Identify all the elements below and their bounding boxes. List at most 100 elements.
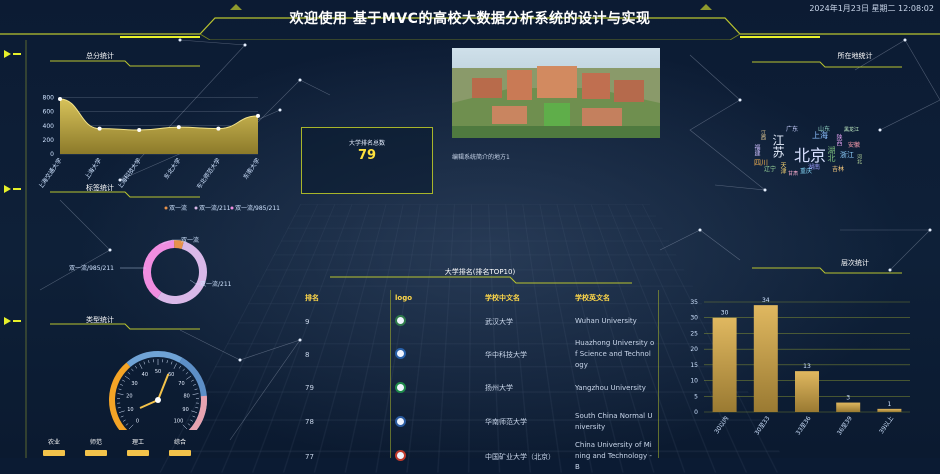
gauge-tick (148, 360, 149, 363)
rank-table-wrapper: 排名 logo 学校中文名 学校英文名 9武汉大学Wuhan Universit… (305, 291, 655, 474)
logo-cell (395, 439, 485, 474)
gauge-tick (126, 424, 128, 426)
wordcloud-word[interactable]: 广东 (786, 124, 798, 133)
category-swatch (127, 450, 149, 456)
y-tick-label: 0 (694, 409, 698, 416)
gauge-tick (179, 366, 181, 368)
wordcloud-word[interactable]: 江西 (760, 130, 767, 140)
wordcloud-word[interactable]: 陕西 (834, 134, 843, 146)
gauge-tick (125, 376, 130, 380)
wordcloud-word[interactable]: 江苏 (770, 134, 787, 158)
gauge-arc-end (191, 396, 204, 430)
table-row[interactable]: 79扬州大学Yangzhou University (305, 371, 655, 405)
legend-label[interactable]: 双一流 (169, 204, 187, 212)
panel-title-level-stats: 层次统计 (815, 258, 895, 268)
gauge-tick (193, 394, 199, 395)
rank-cell: 78 (305, 405, 395, 439)
en-name-cell: Yangzhou University (575, 371, 655, 405)
table-row[interactable]: 9武汉大学Wuhan University (305, 305, 655, 338)
gauge-hub (155, 397, 161, 403)
legend-swatch[interactable] (231, 207, 234, 210)
bar-value-label: 34 (762, 297, 770, 304)
y-tick-label: 400 (43, 123, 55, 130)
bar[interactable] (754, 305, 778, 412)
gauge-tick (171, 362, 172, 365)
x-tick-label: 33至36 (795, 415, 813, 437)
wordcloud-word[interactable]: 重庆 (800, 166, 812, 175)
gauge-tick (195, 389, 198, 390)
y-tick-label: 0 (50, 151, 54, 158)
legend-swatch[interactable] (165, 207, 168, 210)
wordcloud-word[interactable]: 湖北 (826, 146, 837, 162)
table-row[interactable]: 77中国矿业大学（北京）China University of Mining a… (305, 439, 655, 474)
category-label-agriculture: 农业 (42, 437, 66, 446)
wordcloud-word[interactable]: 河北 (856, 154, 863, 164)
university-logo-icon (395, 382, 406, 393)
gauge-tick (183, 369, 185, 371)
wordcloud-word[interactable]: 吉林 (832, 164, 844, 173)
slice-label: 双一流 (181, 236, 199, 244)
data-point[interactable] (177, 125, 181, 129)
bar[interactable] (713, 318, 737, 412)
rank-cell: 79 (305, 371, 395, 405)
logo-cell (395, 371, 485, 405)
legend-swatch[interactable] (195, 207, 198, 210)
table-row[interactable]: 8华中科技大学Huazhong University of Science an… (305, 338, 655, 371)
data-point[interactable] (58, 97, 62, 101)
wordcloud-word[interactable]: 福建 (752, 144, 761, 156)
bar[interactable] (795, 371, 819, 412)
col-header-cn-name: 学校中文名 (485, 291, 575, 305)
category-swatch (85, 450, 107, 456)
y-tick-label: 25 (690, 330, 698, 337)
legend-label[interactable]: 双一流/985/211 (235, 204, 280, 212)
cn-name-cell: 华南师范大学 (485, 405, 575, 439)
gauge-tick (193, 384, 196, 385)
system-intro-caption: 编辑系统简介的地方1 (452, 152, 510, 161)
table-row[interactable]: 78华南师范大学South China Normal University (305, 405, 655, 439)
x-tick-label: 上海交通大学 (36, 157, 63, 188)
gauge-tick (144, 362, 145, 365)
x-tick-label: 东南大学 (241, 157, 261, 181)
wordcloud-word[interactable]: 安徽 (848, 140, 860, 149)
gauge-label: 100 (174, 419, 184, 425)
data-point[interactable] (98, 127, 102, 131)
wordcloud-word[interactable]: 辽宁 (764, 164, 776, 173)
gauge-tick (191, 380, 194, 381)
data-point[interactable] (216, 127, 220, 131)
cn-name-cell: 中国矿业大学（北京） (485, 439, 575, 474)
legend-label[interactable]: 双一流/211 (199, 204, 231, 212)
wordcloud-word[interactable]: 甘肃 (788, 170, 798, 177)
wordcloud-word[interactable]: 黑龙江 (844, 126, 859, 133)
panel-title-total-stats: 总分统计 (70, 51, 130, 61)
col-header-logo: logo (395, 291, 485, 305)
x-tick-label: 上海科技大学 (116, 157, 143, 188)
wordcloud-word[interactable]: 山东 (818, 124, 830, 133)
university-logo-icon (395, 315, 406, 326)
y-tick-label: 600 (43, 109, 55, 116)
gauge-label: 80 (183, 393, 189, 399)
data-point[interactable] (137, 128, 141, 132)
wordcloud-word[interactable]: 浙江 (840, 150, 854, 160)
rank-cell: 8 (305, 338, 395, 371)
total-rank-value: 79 (302, 148, 432, 163)
gauge-tick (118, 394, 124, 395)
university-logo-icon (395, 348, 406, 359)
gauge-label: 30 (131, 381, 137, 387)
gauge-tick (119, 389, 122, 390)
gauge-tick (135, 366, 137, 368)
gauge-tick (174, 363, 177, 368)
gauge-tick (139, 363, 142, 368)
category-label-science: 理工 (126, 437, 150, 446)
gauge-label: 90 (182, 407, 188, 413)
area-line (60, 99, 258, 130)
wordcloud-word[interactable]: 天津 (778, 162, 787, 174)
gauge-tick (195, 407, 198, 408)
data-point[interactable] (256, 114, 260, 118)
donut-slice[interactable] (143, 240, 174, 298)
bar[interactable] (877, 409, 901, 412)
logo-cell (395, 305, 485, 338)
bar[interactable] (836, 403, 860, 412)
column-divider (658, 290, 659, 458)
donut-slice[interactable] (157, 241, 207, 304)
gauge-label: 60 (168, 372, 174, 378)
